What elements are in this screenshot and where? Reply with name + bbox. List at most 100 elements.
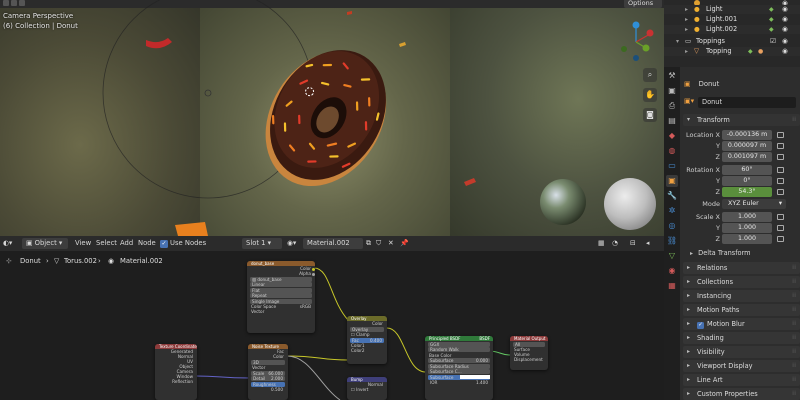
outliner-row-light-002[interactable]: ▸ ● Light.002 ◆ ◉ (664, 25, 800, 34)
expand-arrow-icon[interactable]: ▸ (685, 5, 688, 14)
extension-dropdown[interactable]: Repeat (250, 293, 312, 298)
drag-grip-icon[interactable]: ⁞⁞ (792, 360, 796, 372)
expand-arrow-icon[interactable]: ▾ (676, 37, 679, 46)
lock-icon[interactable] (777, 225, 784, 231)
material-tab-icon[interactable]: ◉ (666, 265, 678, 277)
modifier-tab-icon[interactable]: 🔧 (666, 190, 678, 202)
output-tab-icon[interactable]: ⎙ (666, 100, 678, 112)
motion-blur-panel[interactable]: ▸ ✓ Motion Blur ⁞⁞ (683, 318, 800, 330)
texture-coordinate-node[interactable]: Texture Coordinate Generated Normal UV O… (155, 344, 197, 400)
image-texture-node[interactable]: donut_base Color Alpha ▧ donut_base Line… (247, 261, 315, 333)
render-tab-icon[interactable]: ▣ (666, 85, 678, 97)
expand-arrow-icon[interactable]: ▸ (685, 15, 688, 24)
physics-tab-icon[interactable]: ◎ (666, 220, 678, 232)
view-layer-tab-icon[interactable]: ▤ (666, 115, 678, 127)
instancing-panel[interactable]: ▸ Instancing ⁞⁞ (683, 290, 800, 302)
interpolation-dropdown[interactable]: Linear (250, 282, 312, 287)
scale-x-field[interactable]: 1.000 (722, 212, 772, 222)
alpha-socket[interactable] (312, 273, 315, 276)
subsurface-field[interactable]: Subsurface 0.000 (428, 358, 490, 363)
subsurface-color-swatch[interactable] (460, 374, 490, 379)
visibility-eye-icon[interactable]: ◉ (782, 37, 788, 46)
outliner-row-light[interactable]: ▸ ● Light ◆ ◉ (664, 5, 800, 14)
motion-blur-checkbox[interactable]: ✓ (697, 322, 704, 329)
scale-y-field[interactable]: 1.000 (722, 223, 772, 233)
bump-node[interactable]: Bump Normal ☐ Invert (347, 377, 387, 400)
drag-grip-icon[interactable]: ⁞⁞ (792, 262, 796, 274)
object-tab-icon[interactable]: ▣ (666, 175, 678, 187)
blend-mode-dropdown[interactable]: Overlay (350, 326, 384, 332)
motion-paths-panel[interactable]: ▸ Motion Paths ⁞⁞ (683, 304, 800, 316)
drag-grip-icon[interactable]: ⁞⁞ (792, 318, 796, 330)
drag-grip-icon[interactable]: ⁞⁞ (792, 276, 796, 288)
custom-properties-panel[interactable]: ▸ Custom Properties ⁞⁞ (683, 388, 800, 400)
zoom-icon[interactable]: ⌕ (643, 68, 657, 82)
properties-editor[interactable]: ⚒ ▣ ⎙ ▤ ◆ ◍ ▭ ▣ 🔧 ✲ ◎ ⛓ ▽ ◉ ▦ ▣ Donut ▣▾… (664, 67, 800, 400)
object-name-field[interactable]: Donut (698, 97, 796, 108)
location-y-field[interactable]: 0.000097 m (722, 141, 772, 151)
visibility-eye-icon[interactable]: ◉ (782, 47, 788, 56)
visibility-eye-icon[interactable]: ◉ (782, 25, 788, 34)
constraints-tab-icon[interactable]: ⛓ (666, 235, 678, 247)
scale-field[interactable]: Scale 66.000 (251, 370, 285, 376)
roughness-field[interactable]: Roughness 0.500 (251, 381, 285, 392)
rotation-x-field[interactable]: 60° (722, 165, 772, 175)
expand-arrow-icon[interactable]: ▸ (685, 47, 688, 56)
visibility-eye-icon[interactable]: ◉ (782, 15, 788, 24)
lock-icon[interactable] (777, 154, 784, 160)
lock-icon[interactable] (777, 236, 784, 242)
delta-transform-subpanel[interactable]: ▸ Delta Transform (690, 248, 751, 258)
scene-tab-icon[interactable]: ◆ (666, 130, 678, 142)
detail-field[interactable]: Detail 2.000 (251, 376, 285, 381)
principled-bsdf-node[interactable]: Principled BSDF BSDF GGX Random Walk Base… (425, 336, 493, 400)
outliner-row-light-001[interactable]: ▸ ● Light.001 ◆ ◉ (664, 15, 800, 24)
lock-icon[interactable] (777, 143, 784, 149)
world-tab-icon[interactable]: ◍ (666, 145, 678, 157)
relations-panel[interactable]: ▸ Relations ⁞⁞ (683, 262, 800, 274)
subsurface-method-dropdown[interactable]: Random Walk (428, 347, 490, 352)
particles-tab-icon[interactable]: ✲ (666, 205, 678, 217)
scale-z-field[interactable]: 1.000 (722, 234, 772, 244)
drag-grip-icon[interactable]: ⁞⁞ (792, 346, 796, 358)
material-output-node[interactable]: Material Output All Surface Volume Displ… (510, 336, 548, 370)
pan-hand-icon[interactable]: ✋ (643, 88, 657, 102)
outliner[interactable]: ◉ ▸ ● Light ◆ ◉ ▸ ● Light.001 ◆ ◉ ▸ ● Li… (664, 0, 800, 67)
texture-tab-icon[interactable]: ▦ (666, 280, 678, 292)
3d-viewport[interactable]: Options Camera Perspective (6) Collectio… (0, 0, 664, 236)
overlay-mix-node[interactable]: Overlay Color Overlay ☐ Clamp Fac 0.400 C… (347, 316, 387, 364)
visibility-panel[interactable]: ▸ Visibility ⁞⁞ (683, 346, 800, 358)
outliner-row-topping[interactable]: ▸ ▽ Topping ◆ ● ◉ (664, 47, 800, 56)
rotation-z-field[interactable]: 54.3° (722, 187, 772, 197)
distribution-dropdown[interactable]: GGX (428, 341, 490, 347)
drag-grip-icon[interactable]: ⁞⁞ (792, 388, 796, 400)
drag-grip-icon[interactable]: ⁞⁞ (792, 304, 796, 316)
noise-texture-node[interactable]: Noise Texture Fac Color 3D Vector Scale … (248, 344, 288, 400)
subsurface-color-field[interactable]: Subsurface C... (428, 369, 490, 379)
shader-node-editor[interactable]: ◐▾ ▣ Object ▾ View Select Add Node ✓ Use… (0, 236, 664, 400)
visibility-eye-icon[interactable]: ◉ (782, 5, 788, 14)
target-dropdown[interactable]: All (513, 341, 545, 347)
navigation-gizmo[interactable] (612, 18, 660, 66)
line-art-panel[interactable]: ▸ Line Art ⁞⁞ (683, 374, 800, 386)
image-selector[interactable]: ▧ donut_base (250, 276, 312, 282)
include-checkbox-icon[interactable]: ☑ (770, 37, 776, 46)
color-socket[interactable] (312, 268, 315, 271)
tool-tab-icon[interactable]: ⚒ (666, 70, 678, 82)
lock-icon[interactable] (777, 167, 784, 173)
collections-panel[interactable]: ▸ Collections ⁞⁞ (683, 276, 800, 288)
lock-icon[interactable] (777, 132, 784, 138)
drag-grip-icon[interactable]: ⁞⁞ (792, 114, 796, 126)
viewport-display-panel[interactable]: ▸ Viewport Display ⁞⁞ (683, 360, 800, 372)
rotation-mode-dropdown[interactable]: XYZ Euler ▾ (722, 199, 786, 209)
location-x-field[interactable]: -0.000136 m (722, 130, 772, 140)
drag-grip-icon[interactable]: ⁞⁞ (792, 332, 796, 344)
invert-checkbox[interactable]: ☐ Invert (347, 387, 387, 392)
data-tab-icon[interactable]: ▽ (666, 250, 678, 262)
clamp-checkbox[interactable]: ☐ Clamp (347, 332, 387, 337)
shading-panel[interactable]: ▸ Shading ⁞⁞ (683, 332, 800, 344)
outliner-row-more[interactable] (664, 57, 800, 66)
lock-icon[interactable] (777, 189, 784, 195)
transform-panel-header[interactable]: ▾ Transform ⁞⁞ (683, 114, 800, 126)
dimension-dropdown[interactable]: 3D (251, 359, 285, 365)
outliner-row-toppings[interactable]: ▾ ▭ Toppings ☑ ◉ (664, 37, 800, 46)
